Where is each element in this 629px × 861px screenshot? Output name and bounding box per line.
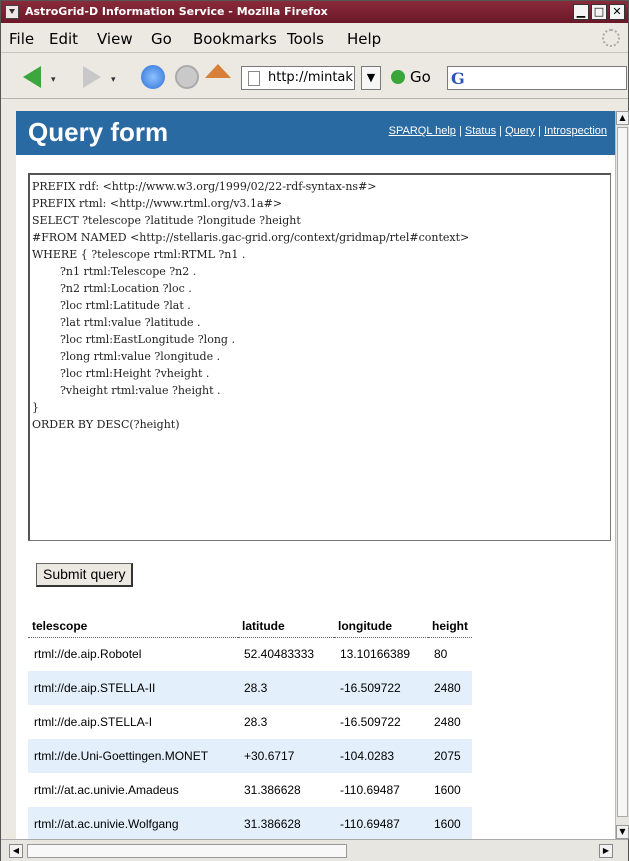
- nav-link-status[interactable]: Status: [465, 125, 496, 137]
- nav-link-query[interactable]: Query: [505, 125, 535, 137]
- menu-bar: File Edit View Go Bookmarks Tools Help: [1, 23, 628, 53]
- longitude-cell: -110.69487: [340, 783, 400, 797]
- nav-link-sparql-help[interactable]: SPARQL help: [389, 125, 456, 137]
- longitude-cell: 13.10166389: [340, 647, 411, 662]
- column-header: height: [428, 615, 472, 638]
- scroll-up-icon[interactable]: ▲: [616, 111, 629, 125]
- table-row: rtml://de.aip.STELLA-II 28.3 -16.509722 …: [28, 671, 472, 705]
- menu-file[interactable]: File: [9, 30, 34, 48]
- longitude-cell: -16.509722: [334, 671, 428, 705]
- vertical-scrollbar[interactable]: ▲ ▼: [615, 111, 629, 839]
- search-field[interactable]: G: [447, 66, 627, 90]
- height-cell: 2480: [434, 715, 461, 729]
- menu-bookmarks[interactable]: Bookmarks: [193, 30, 277, 48]
- menu-edit[interactable]: Edit: [49, 30, 78, 48]
- telescope-cell: rtml://de.aip.STELLA-I: [34, 715, 153, 729]
- latitude-cell: +30.6717: [238, 739, 334, 773]
- table-row: rtml://de.aip.Robotel 52.40483333 13.101…: [28, 637, 472, 671]
- title-bar: AstroGrid-D Information Service - Mozill…: [1, 1, 628, 23]
- back-arrow-icon[interactable]: [23, 66, 41, 88]
- height-cell: 1600: [434, 783, 461, 797]
- telescope-cell: rtml://de.aip.Robotel: [34, 647, 142, 662]
- height-cell: 2480: [428, 671, 472, 705]
- telescope-cell: rtml://at.ac.univie.Wolfgang: [28, 807, 238, 839]
- navigation-toolbar: ▾ ▾ http://mintak ▼ Go G: [1, 53, 628, 99]
- scroll-left-icon[interactable]: ◀: [9, 844, 23, 858]
- page-header: Query form SPARQL help | Status | Query …: [16, 111, 615, 155]
- vertical-scroll-thumb[interactable]: [617, 127, 628, 817]
- google-search-icon: G: [451, 69, 465, 88]
- results-table: telescope latitude longitude height rtml…: [28, 615, 472, 839]
- browser-window: AstroGrid-D Information Service - Mozill…: [0, 0, 629, 861]
- query-textarea[interactable]: PREFIX rdf: <http://www.w3.org/1999/02/2…: [28, 173, 611, 541]
- maximize-button[interactable]: □: [591, 4, 607, 20]
- table-row: rtml://de.aip.STELLA-I 28.3 -16.509722 2…: [28, 705, 472, 739]
- submit-query-button[interactable]: Submit query: [36, 563, 134, 587]
- page-title: Query form: [28, 117, 169, 147]
- horizontal-scrollbar[interactable]: ◀ ▶: [1, 839, 628, 861]
- height-cell: 80: [434, 647, 448, 662]
- header-nav: SPARQL help | Status | Query | Introspec…: [388, 125, 607, 137]
- latitude-cell: 28.3: [238, 671, 334, 705]
- minimize-button[interactable]: ▁: [573, 4, 589, 20]
- reload-icon[interactable]: [141, 65, 165, 89]
- telescope-cell: rtml://de.Uni-Goettingen.MONET: [28, 739, 238, 773]
- menu-help[interactable]: Help: [347, 30, 381, 48]
- go-label: Go: [410, 68, 431, 86]
- menu-tools[interactable]: Tools: [287, 30, 324, 48]
- url-field[interactable]: http://mintak: [241, 66, 355, 90]
- go-icon: [391, 70, 405, 84]
- latitude-cell: 28.3: [244, 715, 268, 729]
- table-header-row: telescope latitude longitude height: [28, 615, 472, 638]
- page-content: Query form SPARQL help | Status | Query …: [16, 111, 615, 839]
- table-row: rtml://at.ac.univie.Amadeus 31.386628 -1…: [28, 773, 472, 807]
- go-button[interactable]: Go: [391, 68, 431, 86]
- url-dropdown-icon[interactable]: ▼: [361, 66, 381, 90]
- height-cell: 1600: [428, 807, 472, 839]
- longitude-cell: -110.69487: [334, 807, 428, 839]
- telescope-cell: rtml://at.ac.univie.Amadeus: [34, 783, 179, 797]
- longitude-cell: -104.0283: [334, 739, 428, 773]
- stop-icon[interactable]: [175, 65, 199, 89]
- horizontal-scroll-thumb[interactable]: [27, 844, 347, 858]
- table-row: rtml://at.ac.univie.Wolfgang 31.386628 -…: [28, 807, 472, 839]
- latitude-cell: 52.40483333: [244, 647, 315, 662]
- latitude-cell: 31.386628: [244, 783, 301, 797]
- table-row: rtml://de.Uni-Goettingen.MONET +30.6717 …: [28, 739, 472, 773]
- scroll-right-icon[interactable]: ▶: [599, 844, 613, 858]
- menu-view[interactable]: View: [97, 30, 133, 48]
- column-header: latitude: [238, 615, 334, 638]
- window-title: AstroGrid-D Information Service - Mozill…: [25, 5, 328, 18]
- menu-go[interactable]: Go: [151, 30, 172, 48]
- latitude-cell: 31.386628: [238, 807, 334, 839]
- throbber-icon: [602, 29, 620, 47]
- column-header: telescope: [28, 615, 238, 638]
- longitude-cell: -16.509722: [340, 715, 401, 729]
- scroll-down-icon[interactable]: ▼: [616, 825, 629, 839]
- back-history-dropdown-icon[interactable]: ▾: [51, 75, 56, 85]
- window-menu-button[interactable]: [5, 5, 19, 19]
- column-header: longitude: [334, 615, 428, 638]
- telescope-cell: rtml://de.aip.STELLA-II: [28, 671, 238, 705]
- nav-link-introspection[interactable]: Introspection: [544, 125, 607, 137]
- close-button[interactable]: ✕: [609, 4, 625, 20]
- home-icon[interactable]: [205, 64, 231, 78]
- forward-arrow-icon[interactable]: [83, 66, 101, 88]
- height-cell: 2075: [428, 739, 472, 773]
- url-text: http://mintak: [268, 70, 353, 85]
- page-icon: [248, 71, 260, 86]
- forward-history-dropdown-icon[interactable]: ▾: [111, 75, 116, 85]
